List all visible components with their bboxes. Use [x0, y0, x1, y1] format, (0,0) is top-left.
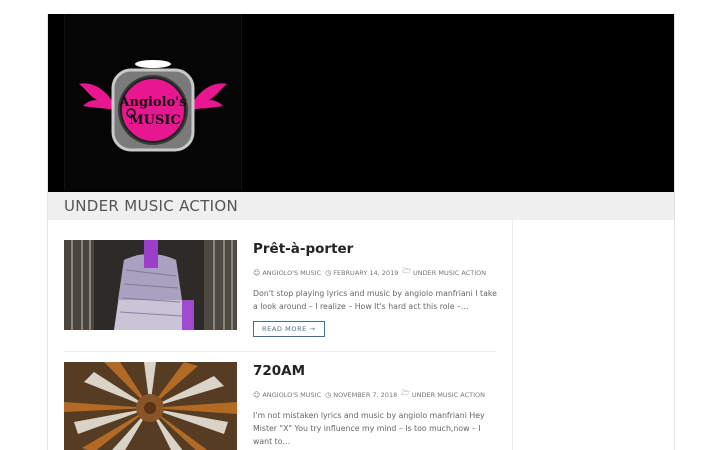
user-icon: ☺	[253, 390, 261, 399]
post-category[interactable]: 🗁 UNDER MUSIC ACTION	[402, 267, 486, 278]
clock-icon: ◷	[325, 268, 332, 277]
site-logo[interactable]: Angiolo's MUSIC	[64, 14, 242, 190]
post-list: Prêt-à-porter ☺ ANGIOLO'S MUSIC ◷ FEBRUA…	[48, 220, 512, 450]
folder-icon: 🗁	[401, 389, 410, 397]
post-excerpt: Don't stop playing lyrics and music by a…	[253, 289, 497, 311]
post-category-text: UNDER MUSIC ACTION	[413, 268, 487, 277]
post-thumbnail[interactable]	[64, 362, 237, 450]
sidebar-divider	[512, 220, 513, 450]
category-header: UNDER MUSIC ACTION	[48, 192, 674, 220]
post-meta: ☺ ANGIOLO'S MUSIC ◷ NOVEMBER 7, 2018 🗁 U…	[253, 389, 503, 400]
logo-text-line1: Angiolo's	[118, 95, 186, 110]
post-body: 720AM ☺ ANGIOLO'S MUSIC ◷ NOVEMBER 7, 20…	[253, 362, 503, 448]
clock-icon: ◷	[325, 390, 332, 399]
post-category[interactable]: 🗁 UNDER MUSIC ACTION	[401, 389, 485, 400]
post-thumbnail-image	[64, 240, 237, 330]
read-more-button[interactable]: READ MORE →	[253, 321, 325, 337]
post-author-name: ANGIOLO'S MUSIC	[262, 268, 322, 277]
category-title: UNDER MUSIC ACTION	[64, 197, 239, 215]
post-thumbnail[interactable]	[64, 240, 237, 330]
post-date[interactable]: ◷ NOVEMBER 7, 2018	[325, 391, 397, 399]
post-item: 720AM ☺ ANGIOLO'S MUSIC ◷ NOVEMBER 7, 20…	[64, 362, 496, 450]
page-container: Angiolo's MUSIC UNDER MUSIC ACTION Prêt-…	[47, 14, 675, 450]
post-excerpt: I'm not mistaken lyrics and music by ang…	[253, 411, 485, 446]
user-icon: ☺	[253, 268, 261, 277]
folder-icon: 🗁	[402, 267, 412, 275]
post-thumbnail-image	[64, 362, 237, 450]
post-title[interactable]: Prêt-à-porter	[253, 240, 503, 258]
post-category-text: UNDER MUSIC ACTION	[411, 390, 485, 399]
post-author[interactable]: ☺ ANGIOLO'S MUSIC	[253, 391, 321, 399]
post-date-text: NOVEMBER 7, 2018	[333, 390, 398, 399]
post-author-name: ANGIOLO'S MUSIC	[262, 390, 322, 399]
post-title[interactable]: 720AM	[253, 362, 503, 380]
post-body: Prêt-à-porter ☺ ANGIOLO'S MUSIC ◷ FEBRUA…	[253, 240, 503, 337]
logo-text-line2: MUSIC	[129, 113, 181, 128]
post-separator	[64, 351, 496, 352]
post-author[interactable]: ☺ ANGIOLO'S MUSIC	[253, 269, 321, 277]
post-item: Prêt-à-porter ☺ ANGIOLO'S MUSIC ◷ FEBRUA…	[64, 240, 497, 350]
site-header: Angiolo's MUSIC	[48, 14, 674, 192]
post-date[interactable]: ◷ FEBRUARY 14, 2019	[325, 269, 398, 277]
post-meta: ☺ ANGIOLO'S MUSIC ◷ FEBRUARY 14, 2019 🗁 …	[253, 267, 503, 278]
post-date-text: FEBRUARY 14, 2019	[333, 268, 399, 277]
